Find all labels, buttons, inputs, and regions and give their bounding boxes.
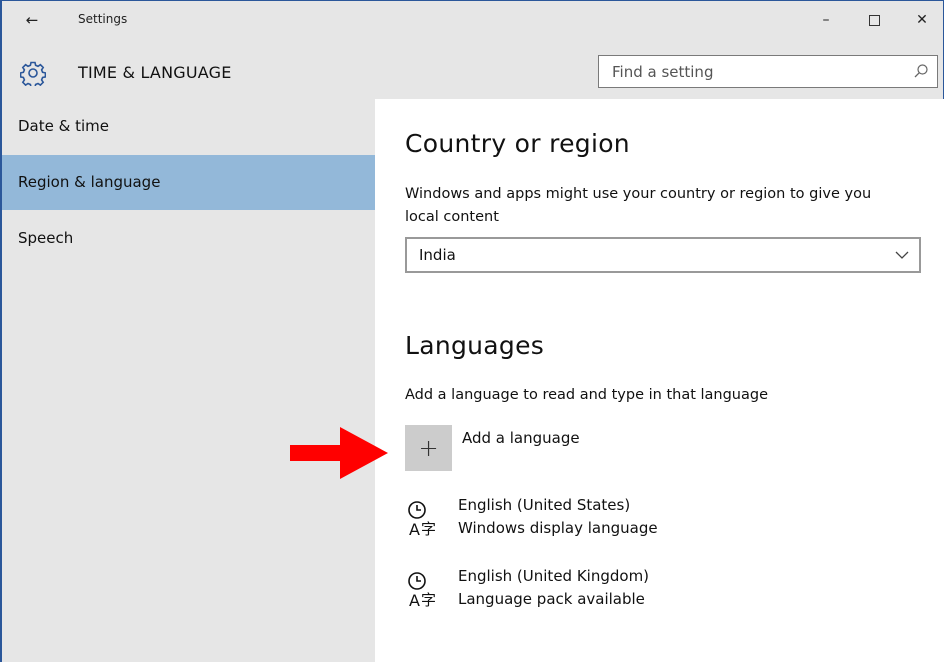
close-icon: ✕ — [916, 12, 928, 28]
search-box[interactable] — [598, 55, 938, 88]
add-language-button[interactable]: + — [405, 425, 452, 471]
sidebar-item-date-time[interactable]: Date & time — [2, 99, 375, 154]
language-item-en-gb[interactable]: A 字 English (United Kingdom) Language pa… — [405, 567, 925, 623]
svg-text:字: 字 — [421, 591, 436, 609]
back-arrow-icon: ← — [25, 11, 39, 29]
main-content: Country or region Windows and apps might… — [375, 99, 944, 662]
language-name: English (United Kingdom) — [458, 567, 650, 585]
language-status: Language pack available — [458, 590, 645, 608]
settings-window: ← Settings – ✕ TIME & LANGUAGE Find a se… — [0, 0, 944, 662]
country-region-heading: Country or region — [405, 129, 630, 158]
back-button[interactable]: ← — [20, 10, 44, 30]
add-language-label[interactable]: Add a language — [462, 429, 580, 447]
languages-description: Add a language to read and type in that … — [405, 387, 769, 403]
maximize-button[interactable] — [854, 7, 894, 33]
section-title: TIME & LANGUAGE — [78, 63, 232, 82]
svg-text:A: A — [409, 591, 420, 609]
minimize-icon: – — [822, 12, 830, 28]
close-button[interactable]: ✕ — [902, 7, 942, 33]
language-icon: A 字 — [408, 572, 436, 609]
gear-icon — [20, 61, 46, 86]
title-bar: ← Settings – ✕ — [2, 1, 943, 49]
language-icon: A 字 — [408, 501, 436, 538]
search-input[interactable] — [599, 56, 899, 87]
country-dropdown-value: India — [419, 246, 456, 264]
window-title: Settings — [78, 12, 128, 26]
country-region-description-line2: local content — [405, 209, 499, 225]
svg-text:字: 字 — [421, 520, 436, 538]
sidebar-item-speech[interactable]: Speech — [2, 211, 375, 266]
chevron-down-icon — [895, 251, 909, 259]
language-status: Windows display language — [458, 519, 658, 537]
red-arrow-annotation — [290, 427, 388, 479]
language-item-en-us[interactable]: A 字 English (United States) Windows disp… — [405, 496, 925, 552]
svg-text:A: A — [409, 520, 420, 538]
sidebar: Date & time Region & language Speech — [2, 99, 375, 662]
page-header: TIME & LANGUAGE — [2, 49, 943, 99]
sidebar-item-region-language[interactable]: Region & language — [2, 155, 375, 210]
languages-heading: Languages — [405, 331, 545, 360]
search-icon[interactable] — [913, 63, 929, 79]
country-dropdown[interactable]: India — [405, 237, 921, 273]
minimize-button[interactable]: – — [806, 7, 846, 33]
language-name: English (United States) — [458, 496, 631, 514]
maximize-icon — [868, 14, 880, 26]
country-region-description-line1: Windows and apps might use your country … — [405, 186, 872, 202]
plus-icon: + — [418, 434, 439, 462]
